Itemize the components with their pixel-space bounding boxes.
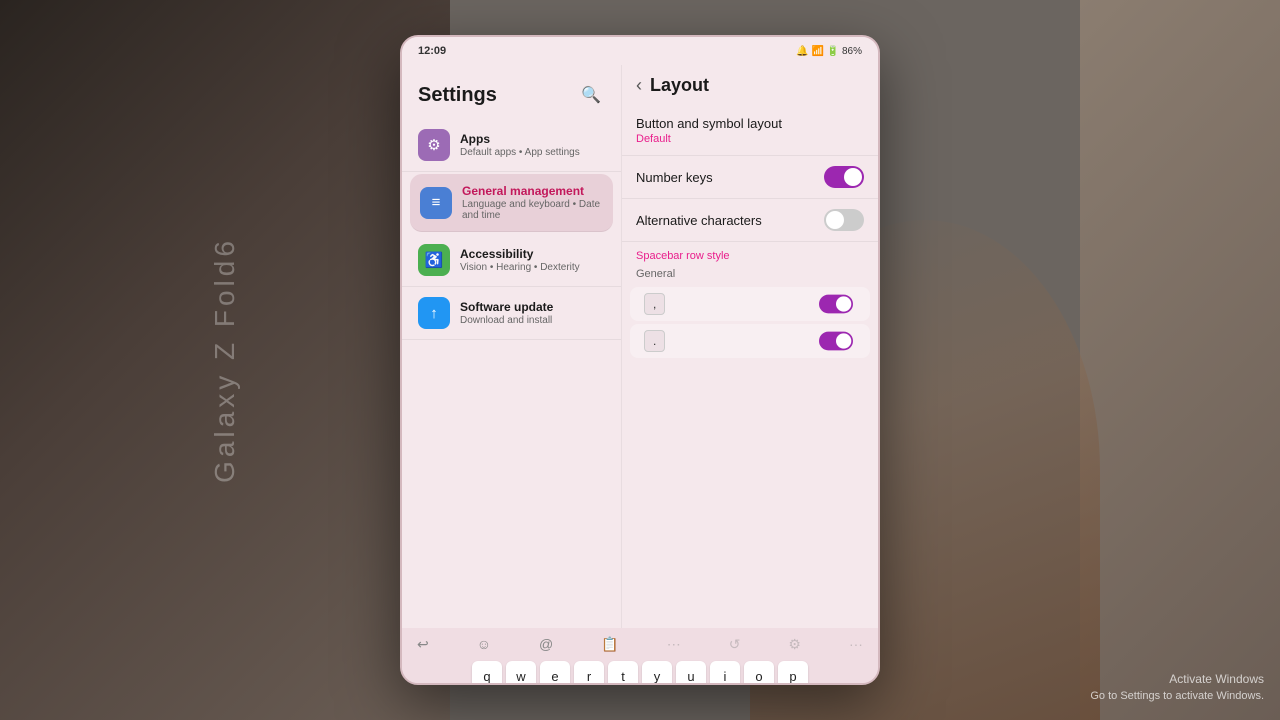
toolbar-btn-redo[interactable]: ↺	[724, 634, 746, 655]
back-button[interactable]: ‹	[636, 75, 642, 96]
general-management-text: General management Language and keyboard…	[462, 184, 603, 221]
apps-text: Apps Default apps • App settings	[460, 132, 580, 158]
toolbar-btn-at[interactable]: @	[534, 634, 558, 655]
button-symbol-layout-sublabel: Default	[636, 133, 864, 145]
sidebar-item-software-update[interactable]: ↑ Software update Download and install	[402, 287, 621, 340]
alternative-characters-item[interactable]: Alternative characters	[622, 199, 878, 242]
apps-subtitle: Default apps • App settings	[460, 147, 580, 158]
spacebar-comma-toggle-knob	[836, 296, 851, 311]
accessibility-subtitle: Vision • Hearing • Dexterity	[460, 262, 580, 273]
sidebar: Settings 🔍 ⚙ Apps Default apps • App set…	[402, 65, 622, 628]
software-update-text: Software update Download and install	[460, 300, 553, 326]
sidebar-header: Settings 🔍	[402, 75, 621, 119]
right-panel: ‹ Layout Button and symbol layout Defaul…	[622, 65, 878, 628]
toolbar-btn-extra[interactable]: ···	[844, 634, 868, 655]
spacebar-comma-toggle[interactable]	[819, 295, 853, 314]
search-icon[interactable]: 🔍	[577, 81, 605, 109]
spacebar-period-toggle[interactable]	[819, 332, 853, 351]
spacebar-period-key: .	[644, 330, 665, 352]
key-r[interactable]: r	[574, 661, 604, 685]
status-time: 12:09	[418, 45, 446, 57]
spacebar-subsection-header: General	[622, 266, 878, 284]
button-symbol-layout-item[interactable]: Button and symbol layout Default	[622, 106, 878, 156]
key-u[interactable]: u	[676, 661, 706, 685]
keyboard-rows: q w e r t y u i o p a s d f g h j k	[408, 661, 872, 685]
bg-left: Galaxy Z Fold6	[0, 0, 450, 720]
key-o[interactable]: o	[744, 661, 774, 685]
toolbar-btn-settings[interactable]: ⚙	[783, 634, 806, 655]
key-t[interactable]: t	[608, 661, 638, 685]
spacebar-section-header: Spacebar row style	[622, 242, 878, 266]
accessibility-text: Accessibility Vision • Hearing • Dexteri…	[460, 247, 580, 273]
panel-title: Layout	[650, 75, 709, 96]
alternative-characters-toggle-knob	[826, 211, 844, 229]
key-p[interactable]: p	[778, 661, 808, 685]
windows-watermark-subtitle: Go to Settings to activate Windows.	[1090, 688, 1264, 705]
key-i[interactable]: i	[710, 661, 740, 685]
number-keys-toggle[interactable]	[824, 166, 864, 188]
toolbar-btn-undo[interactable]: ↩	[412, 634, 434, 655]
tablet: 12:09 🔔 📶 🔋 86% Settings 🔍 ⚙ Apps Defaul…	[400, 35, 880, 685]
key-row-1: q w e r t y u i o p	[410, 661, 870, 685]
number-keys-item[interactable]: Number keys	[622, 156, 878, 199]
general-management-title: General management	[462, 184, 603, 198]
keyboard-area: ↩ ☺ @ 📋 ⋯ ↺ ⚙ ··· q w e r t y u i o p	[402, 628, 878, 685]
software-update-icon: ↑	[418, 297, 450, 329]
spacebar-comma-key: ,	[644, 293, 665, 315]
spacebar-period-item[interactable]: .	[630, 324, 870, 358]
device-label: Galaxy Z Fold6	[209, 237, 241, 483]
keyboard-toolbar: ↩ ☺ @ 📋 ⋯ ↺ ⚙ ···	[408, 632, 872, 657]
sidebar-item-general-management[interactable]: ≡ General management Language and keyboa…	[410, 174, 613, 232]
main-content: Settings 🔍 ⚙ Apps Default apps • App set…	[402, 65, 878, 628]
software-update-title: Software update	[460, 300, 553, 314]
panel-header: ‹ Layout	[622, 65, 878, 106]
key-e[interactable]: e	[540, 661, 570, 685]
sidebar-item-accessibility[interactable]: ♿ Accessibility Vision • Hearing • Dexte…	[402, 234, 621, 287]
windows-watermark: Activate Windows Go to Settings to activ…	[1090, 670, 1264, 705]
bg-right	[1080, 0, 1280, 720]
spacebar-period-toggle-knob	[836, 333, 851, 348]
status-icons: 🔔 📶 🔋 86%	[796, 46, 862, 57]
apps-icon: ⚙	[418, 129, 450, 161]
number-keys-toggle-knob	[844, 168, 862, 186]
general-management-subtitle: Language and keyboard • Date and time	[462, 199, 603, 221]
general-management-icon: ≡	[420, 187, 452, 219]
sidebar-item-apps[interactable]: ⚙ Apps Default apps • App settings	[402, 119, 621, 172]
status-bar: 12:09 🔔 📶 🔋 86%	[402, 37, 878, 65]
key-q[interactable]: q	[472, 661, 502, 685]
key-w[interactable]: w	[506, 661, 536, 685]
apps-title: Apps	[460, 132, 580, 146]
accessibility-icon: ♿	[418, 244, 450, 276]
accessibility-title: Accessibility	[460, 247, 580, 261]
toolbar-btn-clipboard[interactable]: 📋	[596, 634, 623, 655]
number-keys-label: Number keys	[636, 170, 713, 185]
key-y[interactable]: y	[642, 661, 672, 685]
button-symbol-layout-label: Button and symbol layout	[636, 116, 864, 131]
toolbar-btn-more[interactable]: ⋯	[662, 634, 686, 655]
sidebar-title: Settings	[418, 84, 497, 107]
toolbar-btn-emoji[interactable]: ☺	[472, 634, 496, 655]
alternative-characters-toggle[interactable]	[824, 209, 864, 231]
alternative-characters-label: Alternative characters	[636, 213, 762, 228]
spacebar-comma-item[interactable]: ,	[630, 287, 870, 321]
windows-watermark-title: Activate Windows	[1090, 670, 1264, 688]
software-update-subtitle: Download and install	[460, 315, 553, 326]
